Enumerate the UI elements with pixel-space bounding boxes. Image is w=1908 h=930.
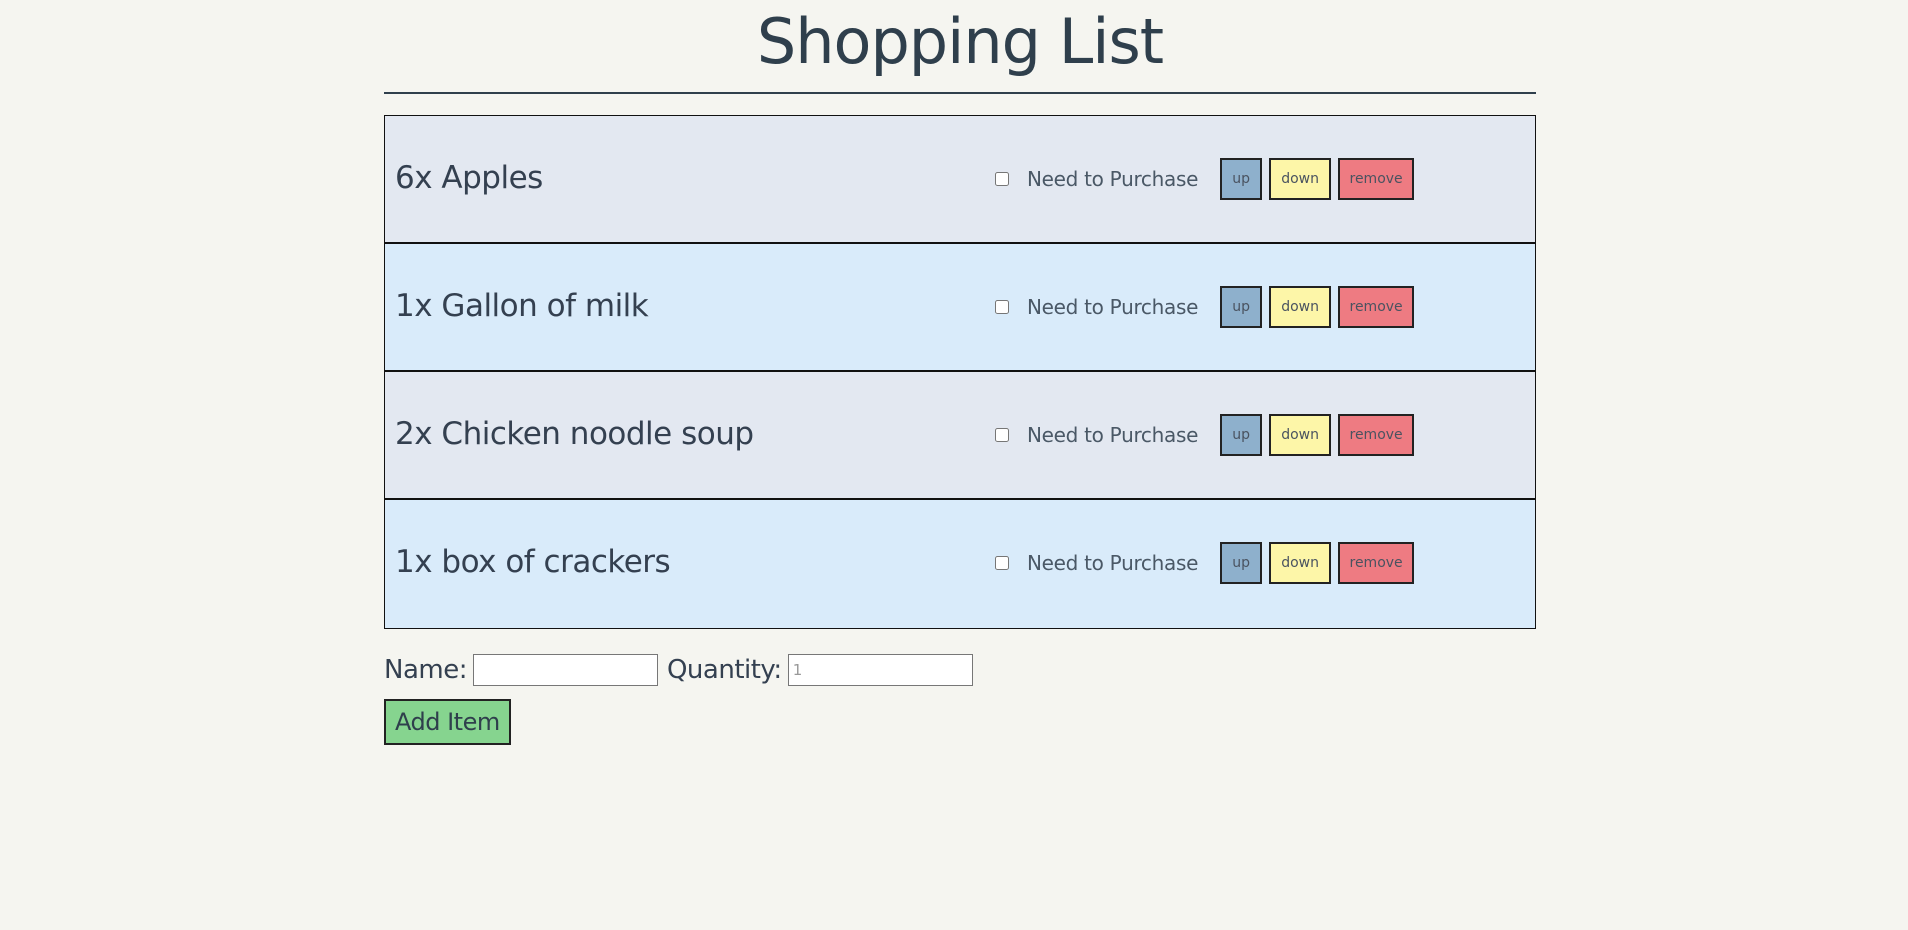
quantity-input[interactable] [787,654,973,686]
need-to-purchase-label: Need to Purchase [1027,423,1199,447]
page-title: Shopping List [384,0,1536,94]
need-to-purchase-label: Need to Purchase [1027,551,1199,575]
need-to-purchase-label: Need to Purchase [1027,167,1199,191]
quantity-label: Quantity: [666,655,782,685]
shopping-list: 6x Apples Need to Purchase up down remov… [384,115,1536,629]
move-up-button[interactable]: up [1220,542,1263,584]
move-down-button[interactable]: down [1269,158,1332,200]
remove-button[interactable]: remove [1338,542,1415,584]
add-item-button[interactable]: Add Item [384,699,511,745]
name-label: Name: [384,655,467,685]
item-text: 2x Chicken noodle soup [395,416,754,452]
move-down-button[interactable]: down [1269,542,1332,584]
item-controls: Need to Purchase up down remove [995,414,1421,456]
need-to-purchase-checkbox[interactable] [995,556,1009,570]
move-up-button[interactable]: up [1220,158,1263,200]
remove-button[interactable]: remove [1338,158,1415,200]
add-item-form: Name: Quantity: [384,653,1536,687]
move-down-button[interactable]: down [1269,414,1332,456]
app-container: Shopping List 6x Apples Need to Purchase… [384,0,1536,745]
list-item: 6x Apples Need to Purchase up down remov… [385,116,1535,244]
move-up-button[interactable]: up [1220,414,1263,456]
item-controls: Need to Purchase up down remove [995,158,1421,200]
list-item: 1x Gallon of milk Need to Purchase up do… [385,244,1535,372]
move-up-button[interactable]: up [1220,286,1263,328]
list-item: 1x box of crackers Need to Purchase up d… [385,500,1535,629]
need-to-purchase-checkbox[interactable] [995,300,1009,314]
item-text: 1x box of crackers [395,544,671,580]
need-to-purchase-checkbox[interactable] [995,428,1009,442]
remove-button[interactable]: remove [1338,286,1415,328]
item-controls: Need to Purchase up down remove [995,286,1421,328]
list-item: 2x Chicken noodle soup Need to Purchase … [385,372,1535,500]
name-input[interactable] [472,654,658,686]
need-to-purchase-checkbox[interactable] [995,172,1009,186]
move-down-button[interactable]: down [1269,286,1332,328]
item-controls: Need to Purchase up down remove [995,542,1421,584]
remove-button[interactable]: remove [1338,414,1415,456]
item-text: 1x Gallon of milk [395,288,649,324]
item-text: 6x Apples [395,160,543,196]
need-to-purchase-label: Need to Purchase [1027,295,1199,319]
